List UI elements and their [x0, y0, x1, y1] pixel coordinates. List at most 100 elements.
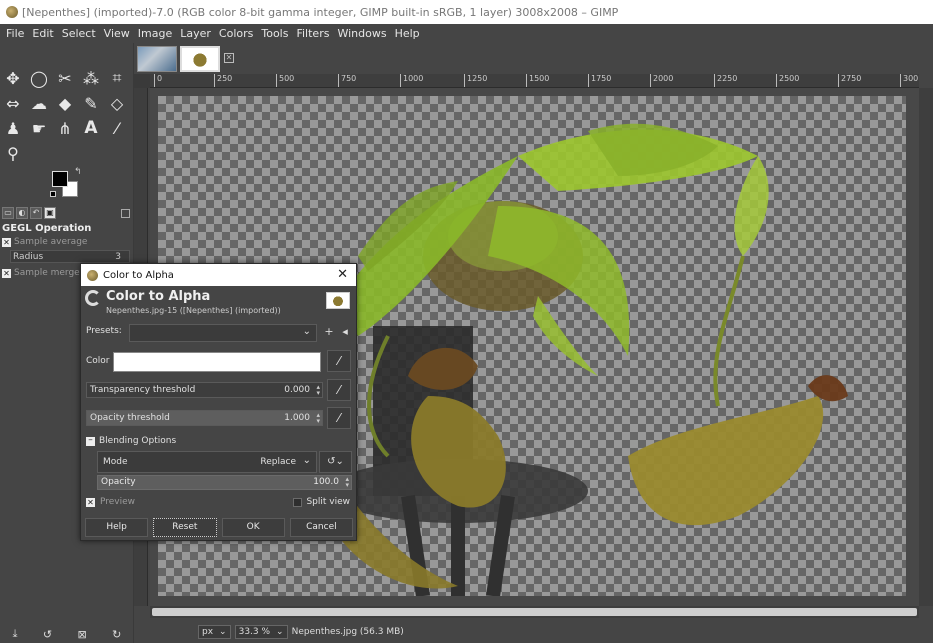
clone-tool-icon[interactable]: ♟	[2, 117, 24, 139]
menu-view[interactable]: View	[100, 27, 134, 40]
delete-tool-preset-icon[interactable]: ⊠	[77, 628, 86, 641]
scrollbar-thumb[interactable]	[152, 608, 917, 616]
spin-arrows-icon[interactable]: ▴ ▾	[316, 384, 320, 397]
color-to-alpha-dialog: Color to Alpha ✕ Color to Alpha Nepenthe…	[80, 263, 357, 541]
blending-options-expander[interactable]: – Blending Options	[86, 435, 176, 446]
checkbox-unchecked-icon[interactable]	[293, 497, 303, 507]
presets-dropdown[interactable]: ⌄	[129, 324, 317, 342]
status-bar: px ⌄ 33.3 % ⌄ Nepenthes.jpg (56.3 MB)	[134, 620, 933, 643]
smudge-tool-icon[interactable]: ☛	[28, 117, 50, 139]
gegl-logo-icon	[85, 290, 101, 306]
collapse-icon[interactable]: –	[86, 435, 95, 446]
zoom-selector[interactable]: 33.3 % ⌄	[234, 624, 288, 639]
ruler-label: 750	[338, 74, 356, 87]
menu-help[interactable]: Help	[391, 27, 424, 40]
zoom-tool-icon[interactable]: ⚲	[2, 142, 24, 164]
ruler-label: 0	[154, 74, 162, 87]
add-preset-icon[interactable]: +	[322, 325, 336, 339]
dock-menu-icon[interactable]	[121, 208, 130, 218]
tool-options-tab-icon[interactable]: ▭	[2, 207, 14, 219]
menu-image[interactable]: Image	[134, 27, 176, 40]
transparency-threshold-slider[interactable]: Transparency threshold 0.000 ▴ ▾	[86, 382, 323, 398]
save-tool-preset-icon[interactable]: ⤓	[13, 627, 18, 641]
close-icon[interactable]: ✕	[337, 267, 348, 282]
menu-layer[interactable]: Layer	[176, 27, 215, 40]
color-button[interactable]	[113, 352, 321, 372]
presets-label: Presets:	[86, 326, 122, 336]
sample-average-option[interactable]: ✕ Sample average	[2, 237, 87, 247]
vertical-scrollbar[interactable]	[919, 88, 933, 606]
menu-tools[interactable]: Tools	[257, 27, 292, 40]
menu-edit[interactable]: Edit	[28, 27, 57, 40]
bucket-fill-icon[interactable]: ◆	[54, 92, 76, 114]
unified-transform-icon[interactable]: ⇔	[2, 92, 24, 114]
ruler-label: 250	[214, 74, 232, 87]
image-tab-bar: ✕	[134, 43, 933, 74]
horizontal-scrollbar[interactable]	[150, 606, 919, 618]
spin-arrows-icon[interactable]: ▴ ▾	[316, 412, 320, 425]
image-tab-thumbnail-1[interactable]	[137, 46, 177, 72]
sample-merged-option[interactable]: ✕ Sample merged	[2, 268, 85, 278]
window-title-bar: [Nepenthes] (imported)-7.0 (RGB color 8-…	[0, 0, 933, 24]
cancel-button[interactable]: Cancel	[289, 518, 353, 537]
checkbox-checked-icon[interactable]: ✕	[2, 268, 11, 278]
default-colors-icon[interactable]	[50, 191, 56, 197]
ellipse-select-icon[interactable]: ◯	[28, 67, 50, 89]
eraser-icon[interactable]: ◇	[106, 92, 128, 114]
undo-history-tab-icon[interactable]: ↶	[30, 207, 42, 219]
ok-button[interactable]: OK	[221, 518, 285, 537]
menu-filters[interactable]: Filters	[292, 27, 333, 40]
chevron-down-icon: ⌄	[276, 626, 284, 637]
ruler-label: 1000	[400, 74, 423, 87]
fuzzy-select-icon[interactable]: ⁂	[80, 67, 102, 89]
ruler-label: 2250	[714, 74, 737, 87]
images-tab-icon[interactable]: ▣	[44, 207, 56, 219]
close-tab-icon[interactable]: ✕	[224, 53, 234, 63]
status-info: Nepenthes.jpg (56.3 MB)	[291, 626, 404, 637]
composite-mode-button[interactable]: ↺⌄	[319, 451, 352, 473]
restore-tool-preset-icon[interactable]: ↺	[43, 628, 52, 641]
menu-file[interactable]: File	[2, 27, 28, 40]
transparency-picker-icon[interactable]: ⁄	[327, 379, 351, 401]
opacity-slider[interactable]: Opacity 100.0 ▴ ▾	[97, 475, 352, 490]
preset-menu-icon[interactable]: ◂	[338, 325, 352, 339]
color-picker-icon[interactable]: ⁄	[106, 117, 128, 139]
menu-select[interactable]: Select	[58, 27, 100, 40]
warp-transform-icon[interactable]: ☁	[28, 92, 50, 114]
dialog-title-bar: Color to Alpha ✕	[81, 264, 356, 286]
tool-options-footer: ⤓ ↺ ⊠ ↻	[0, 625, 134, 643]
checkbox-checked-icon[interactable]: ✕	[2, 237, 11, 247]
window-title: [Nepenthes] (imported)-7.0 (RGB color 8-…	[22, 5, 619, 19]
horizontal-ruler[interactable]: 0 250 500 750 1000 1250 1500 1750 2000 2…	[150, 74, 919, 88]
move-tool-icon[interactable]: ✥	[2, 67, 24, 89]
device-status-tab-icon[interactable]: ◐	[16, 207, 28, 219]
menu-colors[interactable]: Colors	[215, 27, 257, 40]
menu-windows[interactable]: Windows	[333, 27, 390, 40]
radius-slider[interactable]: Radius 3	[10, 250, 130, 263]
unit-selector[interactable]: px ⌄	[198, 624, 231, 639]
reset-button[interactable]: Reset	[153, 518, 217, 537]
paintbrush-icon[interactable]: ✎	[80, 92, 102, 114]
ruler-corner[interactable]	[134, 74, 150, 88]
color-selector[interactable]: ↰	[50, 167, 84, 199]
color-picker-icon[interactable]: ⁄	[327, 350, 351, 372]
crop-tool-icon[interactable]: ⌗	[106, 67, 128, 89]
opacity-threshold-slider[interactable]: Opacity threshold 1.000 ▴ ▾	[86, 410, 323, 426]
split-view-toggle[interactable]: Split view	[293, 497, 350, 507]
image-tab-thumbnail-2[interactable]	[180, 46, 220, 72]
scissors-select-icon[interactable]: ✂	[54, 67, 76, 89]
help-button[interactable]: Help	[85, 518, 149, 537]
ruler-label: 300	[900, 74, 918, 87]
swap-colors-icon[interactable]: ↰	[74, 167, 82, 177]
spin-arrows-icon[interactable]: ▴ ▾	[345, 476, 349, 489]
paths-tool-icon[interactable]: ⋔	[54, 117, 76, 139]
opacity-picker-icon[interactable]: ⁄	[327, 407, 351, 429]
dialog-subheading: Nepenthes.jpg-15 ([Nepenthes] (imported)…	[106, 306, 281, 315]
blend-mode-dropdown[interactable]: Mode Replace ⌄	[97, 451, 317, 473]
reset-tool-options-icon[interactable]: ↻	[112, 628, 121, 641]
text-tool-icon[interactable]: A	[80, 117, 102, 139]
checkbox-checked-icon[interactable]: ✕	[86, 497, 95, 507]
foreground-color-swatch[interactable]	[52, 171, 68, 187]
dock-tabs: ▭ ◐ ↶ ▣	[0, 205, 134, 221]
preview-toggle[interactable]: ✕ Preview	[86, 497, 135, 507]
